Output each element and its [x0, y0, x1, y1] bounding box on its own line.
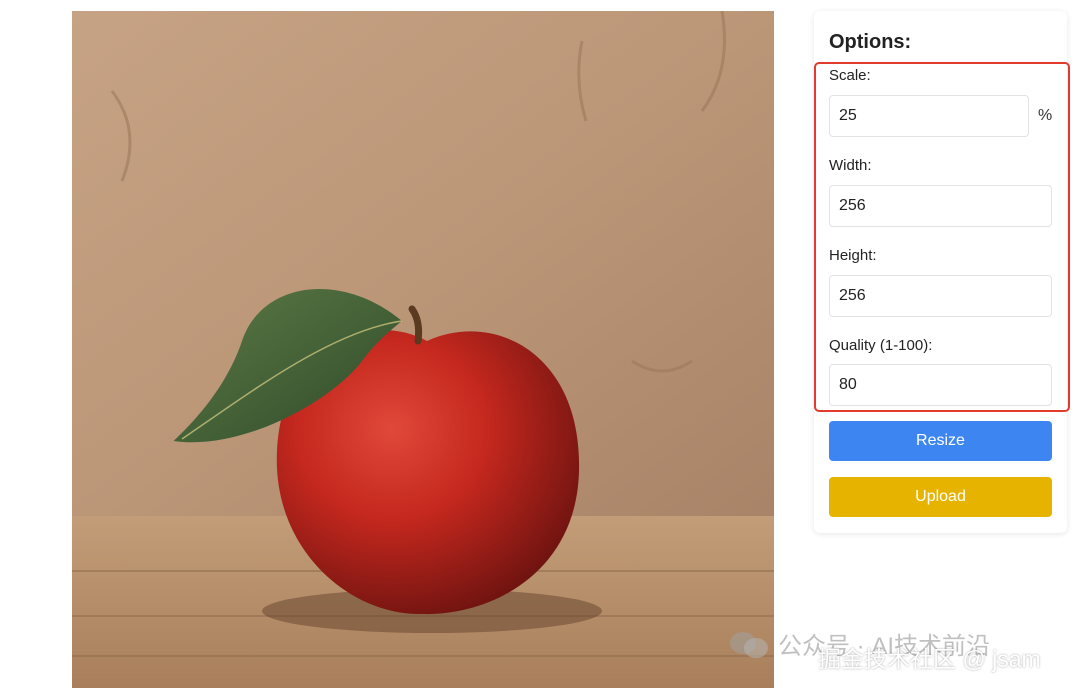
quality-input[interactable]: 80 — [829, 364, 1052, 406]
apple-photo — [72, 11, 774, 688]
options-panel: Options: Scale: 25 % Width: 256 Height: … — [814, 11, 1070, 533]
width-input[interactable]: 256 — [829, 185, 1052, 227]
juejin-watermark: 掘金技术社区 @ jsam — [818, 646, 1041, 672]
quality-label: Quality (1-100): — [829, 337, 933, 354]
image-preview — [72, 11, 774, 688]
scale-percent-suffix: % — [1038, 107, 1053, 124]
options-title: Options: — [829, 31, 912, 53]
height-input[interactable]: 256 — [829, 275, 1052, 317]
wechat-icon — [730, 630, 770, 658]
width-label: Width: — [829, 157, 872, 174]
app-stage: Options: Scale: 25 % Width: 256 Height: … — [0, 0, 1080, 688]
scale-input[interactable]: 25 — [829, 95, 1029, 137]
height-label: Height: — [829, 247, 877, 264]
resize-button[interactable]: Resize — [829, 421, 1052, 461]
upload-button[interactable]: Upload — [829, 477, 1052, 517]
scale-label: Scale: — [829, 67, 871, 84]
